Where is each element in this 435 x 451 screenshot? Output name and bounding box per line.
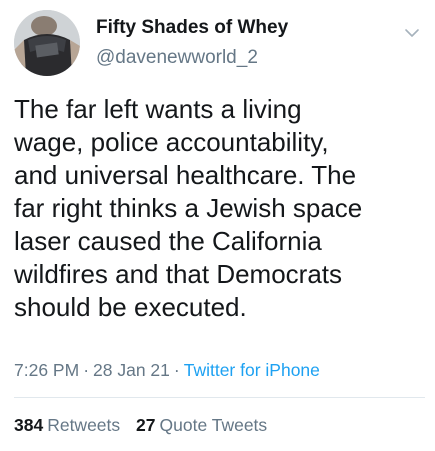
tweet-time[interactable]: 7:26 PM xyxy=(14,360,79,380)
chevron-down-icon[interactable] xyxy=(401,22,423,44)
quote-tweets-count: 27 xyxy=(136,415,156,435)
retweets-stat[interactable]: 384 Retweets xyxy=(14,415,120,435)
tweet-meta: 7:26 PM · 28 Jan 21 · Twitter for iPhone xyxy=(14,358,320,382)
tweet-date[interactable]: 28 Jan 21 xyxy=(93,360,170,380)
tweet-source-link[interactable]: Twitter for iPhone xyxy=(184,360,320,380)
user-names: Fifty Shades of Whey @davenewworld_2 xyxy=(96,16,288,71)
avatar[interactable] xyxy=(14,10,80,76)
display-name[interactable]: Fifty Shades of Whey xyxy=(96,16,288,40)
tweet-header: Fifty Shades of Whey @davenewworld_2 xyxy=(14,8,425,78)
divider xyxy=(14,397,425,398)
quote-tweets-stat[interactable]: 27 Quote Tweets xyxy=(136,415,267,435)
tweet-card: Fifty Shades of Whey @davenewworld_2 The… xyxy=(0,0,435,451)
meta-separator: · xyxy=(173,360,180,380)
retweets-label: Retweets xyxy=(47,415,121,435)
tweet-text: The far left wants a living wage, police… xyxy=(14,94,363,322)
user-handle[interactable]: @davenewworld_2 xyxy=(96,45,288,71)
profile-photo-icon xyxy=(14,10,80,76)
quote-tweets-label: Quote Tweets xyxy=(159,415,268,435)
retweets-count: 384 xyxy=(14,415,44,435)
meta-separator: · xyxy=(83,360,90,380)
tweet-stats: 384 Retweets 27 Quote Tweets xyxy=(14,413,278,437)
